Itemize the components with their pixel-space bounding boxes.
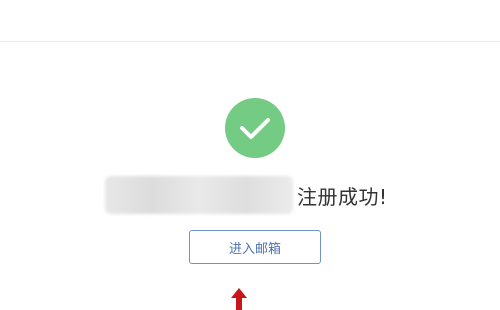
red-up-arrow-icon [231,288,247,310]
header-divider [0,41,500,42]
success-message: 注册成功! [297,184,388,209]
go-to-mailbox-button[interactable]: 进入邮箱 [189,230,321,264]
blurred-email-placeholder [105,176,293,214]
success-checkmark-icon [225,98,285,158]
registration-success-page: 注册成功! 进入邮箱 [0,0,500,310]
success-message-row: 注册成功! [105,175,388,215]
